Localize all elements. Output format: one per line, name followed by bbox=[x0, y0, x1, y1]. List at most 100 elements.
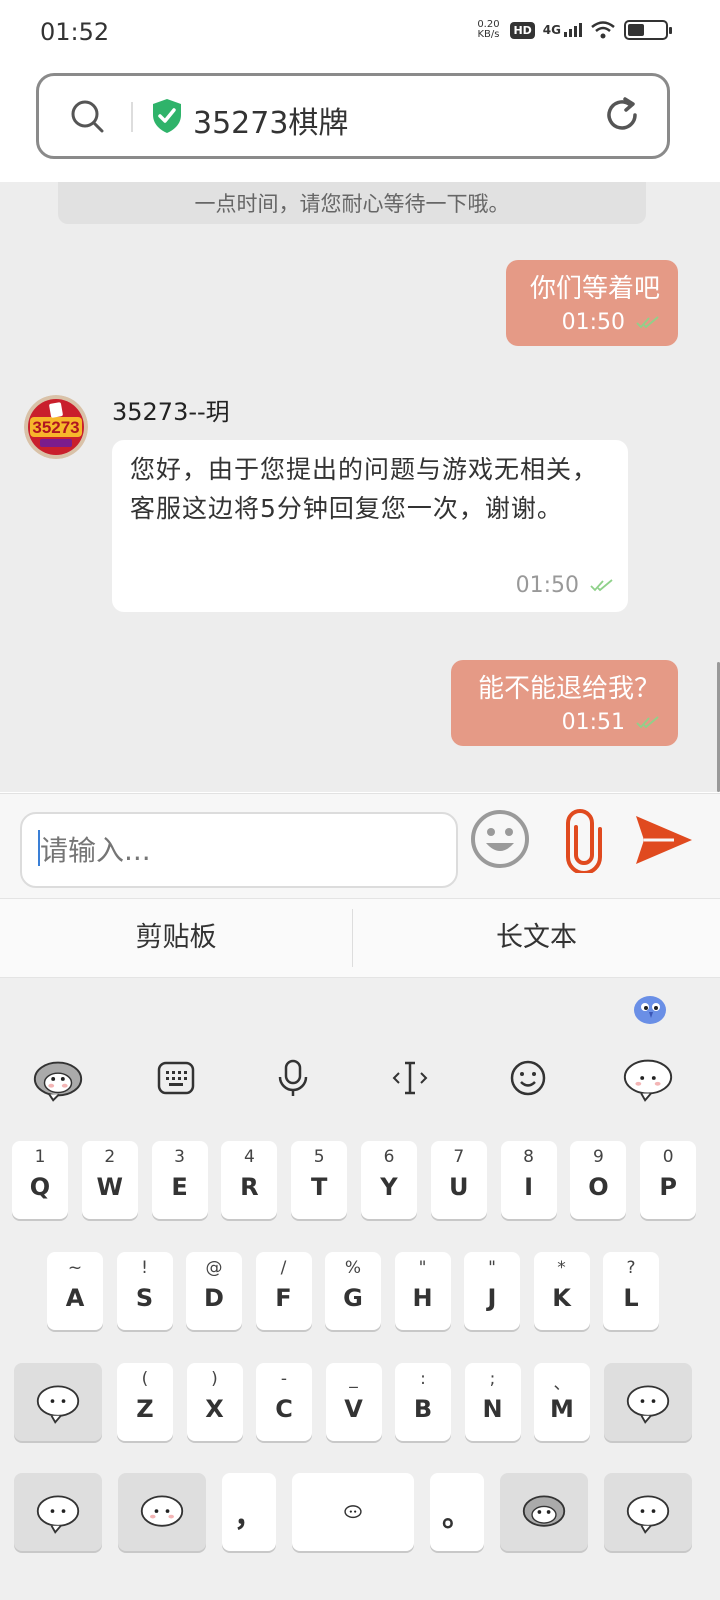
key-v[interactable]: _ V bbox=[325, 1363, 382, 1441]
key-r[interactable]: 4R bbox=[221, 1141, 278, 1219]
key-primary-label: U bbox=[449, 1173, 469, 1201]
key-primary-label: Y bbox=[380, 1173, 398, 1201]
smiley-icon[interactable] bbox=[500, 1050, 556, 1106]
key-g[interactable]: % G bbox=[325, 1252, 381, 1330]
key-b[interactable]: :B bbox=[395, 1363, 451, 1441]
mascot-gray-icon[interactable] bbox=[30, 1050, 86, 1106]
key-y[interactable]: 6Y bbox=[361, 1141, 417, 1219]
avatar[interactable]: 35273 bbox=[24, 395, 88, 459]
key-secondary-label: 3 bbox=[174, 1147, 185, 1167]
key-h[interactable]: " H bbox=[394, 1252, 451, 1330]
search-icon[interactable] bbox=[69, 98, 105, 134]
battery-icon bbox=[624, 20, 672, 40]
key-s[interactable]: ! S bbox=[116, 1252, 173, 1330]
key-m[interactable]: 、 M bbox=[534, 1363, 590, 1441]
key-primary-label: J bbox=[487, 1284, 497, 1312]
site-title[interactable]: 35273棋牌 bbox=[193, 98, 348, 142]
period-key[interactable]: 。 bbox=[430, 1473, 484, 1551]
key-d[interactable]: @ D bbox=[186, 1252, 242, 1330]
key-i[interactable]: 8I bbox=[500, 1141, 557, 1219]
key-u[interactable]: 7U bbox=[430, 1141, 487, 1219]
clipboard-button[interactable]: 剪贴板 bbox=[0, 899, 352, 977]
key-primary-label: P bbox=[659, 1173, 677, 1201]
space-key[interactable] bbox=[292, 1473, 414, 1551]
address-bar[interactable]: 35273棋牌 bbox=[36, 73, 670, 159]
send-icon[interactable] bbox=[634, 814, 694, 866]
key-secondary-label: 2 bbox=[104, 1147, 116, 1167]
key-secondary-label: 、 bbox=[553, 1374, 571, 1394]
space-mascot-icon bbox=[344, 1505, 362, 1519]
keyboard-icon[interactable] bbox=[148, 1050, 204, 1106]
key-secondary-label: ! bbox=[141, 1258, 148, 1278]
key-k[interactable]: * K bbox=[533, 1252, 590, 1330]
key-primary-label: O bbox=[588, 1173, 609, 1201]
assistant-bird-icon[interactable] bbox=[632, 990, 668, 1026]
key-primary-label: F bbox=[275, 1284, 292, 1312]
key-primary-label: M bbox=[550, 1395, 574, 1423]
wifi-icon bbox=[591, 21, 615, 39]
mascot-key-bottom-4[interactable] bbox=[604, 1473, 692, 1551]
mascot-key-right[interactable] bbox=[604, 1363, 692, 1441]
double-check-icon bbox=[636, 716, 659, 729]
outgoing-message[interactable]: 能不能退给我？ 01:51 bbox=[451, 660, 678, 746]
agent-logo-icon: 35273 bbox=[24, 395, 88, 459]
incoming-message[interactable]: 您好，由于您提出的问题与游戏无相关，客服这边将5分钟回复您一次，谢谢。 01:5… bbox=[112, 440, 628, 612]
key-secondary-label: 5 bbox=[313, 1147, 325, 1167]
reload-icon[interactable] bbox=[603, 96, 641, 134]
key-secondary-label: 8 bbox=[523, 1147, 534, 1167]
message-time: 01:51 bbox=[469, 708, 660, 738]
key-primary-label: H bbox=[412, 1284, 433, 1312]
key-secondary-label: ? bbox=[626, 1258, 636, 1278]
key-secondary-label: 6 bbox=[383, 1147, 395, 1167]
status-icons: 0.20 KB/s HD 4G bbox=[474, 20, 672, 40]
key-secondary-label: " bbox=[418, 1258, 427, 1278]
key-f[interactable]: / F bbox=[255, 1252, 312, 1330]
key-x[interactable]: ) X bbox=[186, 1363, 243, 1441]
mascot-key-bottom-3[interactable] bbox=[500, 1473, 588, 1551]
key-secondary-label: ~ bbox=[67, 1258, 83, 1278]
long-text-button[interactable]: 长文本 bbox=[353, 899, 720, 977]
chat-area[interactable]: 一点时间，请您耐心等待一下哦。 你们等着吧 01:50 35273 35273-… bbox=[0, 182, 720, 792]
key-secondary-label: * bbox=[557, 1258, 566, 1278]
key-secondary-label: ; bbox=[489, 1369, 496, 1389]
key-secondary-label: 1 bbox=[34, 1147, 46, 1167]
key-primary-label: Q bbox=[29, 1173, 51, 1201]
double-check-icon bbox=[590, 579, 613, 592]
key-l[interactable]: ? L bbox=[603, 1252, 659, 1330]
key-primary-label: T bbox=[311, 1173, 328, 1201]
key-z[interactable]: (Z bbox=[117, 1363, 173, 1441]
key-secondary-label: ) bbox=[211, 1369, 218, 1389]
mascot-key-bottom-1[interactable] bbox=[14, 1473, 102, 1551]
mascot-key-left[interactable] bbox=[14, 1363, 102, 1441]
key-a[interactable]: ~ A bbox=[47, 1252, 103, 1330]
key-primary-label: B bbox=[413, 1395, 433, 1423]
key-secondary-label: / bbox=[280, 1258, 287, 1278]
outgoing-message[interactable]: 你们等着吧 01:50 bbox=[506, 260, 678, 346]
message-input[interactable] bbox=[20, 812, 458, 888]
key-w[interactable]: 2W bbox=[81, 1141, 138, 1219]
key-e[interactable]: 3E bbox=[151, 1141, 208, 1219]
paperclip-icon[interactable] bbox=[562, 809, 606, 873]
microphone-icon[interactable] bbox=[265, 1050, 321, 1106]
key-j[interactable]: " J bbox=[464, 1252, 520, 1330]
mascot-white-icon[interactable] bbox=[620, 1050, 676, 1106]
key-primary-label: G bbox=[343, 1284, 363, 1312]
svg-text:35273: 35273 bbox=[32, 418, 79, 437]
key-t[interactable]: 5T bbox=[291, 1141, 348, 1219]
composer bbox=[0, 793, 720, 898]
emoji-icon[interactable] bbox=[470, 809, 530, 869]
key-primary-label: A bbox=[65, 1284, 85, 1312]
key-p[interactable]: 0P bbox=[640, 1141, 697, 1219]
comma-key[interactable]: ， bbox=[222, 1473, 276, 1551]
mascot-key-bottom-2[interactable] bbox=[118, 1473, 206, 1551]
key-n[interactable]: ; N bbox=[464, 1363, 521, 1441]
system-notice: 一点时间，请您耐心等待一下哦。 bbox=[58, 182, 646, 224]
key-q[interactable]: 1Q bbox=[12, 1141, 68, 1219]
text-cursor-icon[interactable] bbox=[382, 1050, 438, 1106]
key-primary-label: S bbox=[135, 1284, 154, 1312]
key-o[interactable]: 9O bbox=[570, 1141, 627, 1219]
key-primary-label: D bbox=[204, 1284, 224, 1312]
sender-name: 35273--玥 bbox=[112, 398, 230, 426]
key-c[interactable]: -C bbox=[256, 1363, 312, 1441]
signal-icon: 4G bbox=[543, 23, 582, 37]
